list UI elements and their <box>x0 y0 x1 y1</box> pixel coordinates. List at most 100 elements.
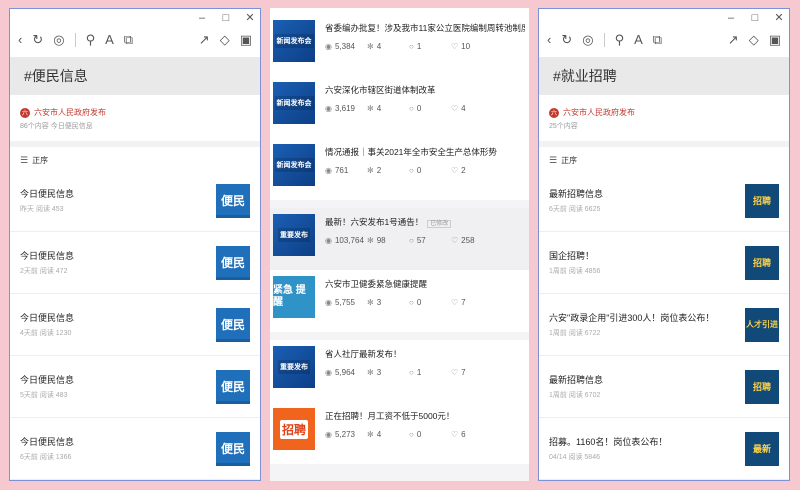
toolbar-divider <box>74 33 76 47</box>
feed-stats: ◉ 5,755 ✻ 3 ○ 0 ♡ 7 <box>325 298 466 307</box>
refresh-icon[interactable]: ↻ <box>32 33 43 47</box>
feed-title: 省委编办批复！涉及我市11家公立医院编制周转池制度 <box>325 23 525 33</box>
article-list: 最新招聘信息 6天前 阅读 6625 招聘 国企招聘！ 1周前 阅读 4856 招聘… <box>539 170 789 480</box>
list-item[interactable]: 今日便民信息 6天前 阅读 1366 便民 <box>10 418 260 480</box>
cube-icon[interactable]: ◇ <box>749 33 759 47</box>
item-meta: 1周前 阅读 6702 <box>549 392 601 399</box>
list-item[interactable]: 最新招聘信息 6天前 阅读 6625 招聘 <box>539 170 789 232</box>
list-item[interactable]: 国企招聘！ 1周前 阅读 4856 招聘 <box>539 232 789 294</box>
list-item[interactable]: 今日便民信息 2天前 阅读 472 便民 <box>10 232 260 294</box>
item-thumbnail: 便民 <box>216 245 250 280</box>
topic-meta: 86个内容 今日便民信息 <box>20 123 93 130</box>
comment-icon: ○ <box>409 166 414 175</box>
like-icon: ♡ <box>451 104 459 113</box>
feed-item[interactable]: 招聘 正在招聘！月工资不低于5000元！ ◉ 5,273 ✻ 4 ○ 0 ♡ 6 <box>270 402 529 464</box>
views-icon: ◉ <box>325 166 332 175</box>
like-icon: ♡ <box>451 368 459 377</box>
item-meta: 6天前 阅读 6625 <box>549 206 601 213</box>
item-thumbnail: 招聘 <box>745 245 779 280</box>
feed-group: 重要发布 最新！六安发布1号通告！ 已修改 ◉ 103,764 ✻ 98 ○ 57 ♡ 2… <box>270 208 529 332</box>
copy-icon[interactable]: ⧉ <box>124 33 133 47</box>
item-title: 最新招聘信息 <box>549 189 604 199</box>
publisher[interactable]: 六 六安市人民政府发布 <box>10 107 260 118</box>
feed-group: 新闻发布会 省委编办批复！涉及我市11家公立医院编制周转池制度 ◉ 5,384 ✻… <box>270 8 529 200</box>
share-icon[interactable]: ↗ <box>728 33 739 47</box>
list-item[interactable]: 今日便民信息 昨天 阅读 453 便民 <box>10 170 260 232</box>
views-icon: ◉ <box>325 236 332 245</box>
feed-item[interactable]: 新闻发布会 情况通报｜事关2021年全市安全生产总体形势 ◉ 761 ✻ 2 ○ 0 … <box>270 138 529 200</box>
share-icon[interactable]: ↗ <box>199 33 210 47</box>
item-thumbnail: 便民 <box>216 183 250 218</box>
list-item[interactable]: 今日便民信息 4天前 阅读 1230 便民 <box>10 294 260 356</box>
article-list: 今日便民信息 昨天 阅读 453 便民 今日便民信息 2天前 阅读 472 便民 今… <box>10 170 260 480</box>
item-meta: 2天前 阅读 472 <box>20 268 68 275</box>
sort-label: 正序 <box>32 156 49 165</box>
list-item[interactable]: 六安"政录企用"引进300人！岗位表公布！ 1周前 阅读 6722 人才引进 <box>539 294 789 356</box>
feed-thumbnail: 重要发布 <box>273 214 315 256</box>
item-thumbnail: 人才引进 <box>745 307 779 342</box>
feed-item[interactable]: 新闻发布会 省委编办批复！涉及我市11家公立医院编制周转池制度 ◉ 5,384 ✻… <box>270 14 529 76</box>
export-icon[interactable]: ▣ <box>769 33 781 47</box>
list-item[interactable]: 最新招聘信息 1周前 阅读 6702 招聘 <box>539 356 789 418</box>
link-icon[interactable]: ⚲ <box>615 33 625 47</box>
list-item[interactable]: 招募。1160名！岗位表公布！ 04/14 阅读 5846 最新 <box>539 418 789 480</box>
back-icon[interactable]: ‹ <box>18 33 22 47</box>
feed-thumbnail: 重要发布 <box>273 346 315 388</box>
refresh-icon[interactable]: ↻ <box>561 33 572 47</box>
font-size-icon[interactable]: A <box>634 33 643 47</box>
feed-thumbnail: 新闻发布会 <box>273 144 315 186</box>
item-meta: 5天前 阅读 483 <box>20 392 68 399</box>
sort-toggle[interactable]: ☰ 正序 <box>539 147 789 170</box>
feed-thumbnail: 新闻发布会 <box>273 82 315 124</box>
feed-title: 六安市卫健委紧急健康提醒 <box>325 279 428 289</box>
font-size-icon[interactable]: A <box>105 33 114 47</box>
like-icon: ♡ <box>451 430 459 439</box>
toolbar-divider <box>603 33 605 47</box>
like-icon: ♡ <box>451 236 459 245</box>
middle-feed: 新闻发布会 省委编办批复！涉及我市11家公立医院编制周转池制度 ◉ 5,384 ✻… <box>270 8 529 481</box>
feed-item[interactable]: 紧急 提醒 六安市卫健委紧急健康提醒 ◉ 5,755 ✻ 3 ○ 0 ♡ 7 <box>270 270 529 332</box>
feed-item[interactable]: 重要发布 最新！六安发布1号通告！ 已修改 ◉ 103,764 ✻ 98 ○ 57 ♡ 2… <box>270 208 529 270</box>
item-title: 今日便民信息 <box>20 313 75 323</box>
feed-stats: ◉ 3,619 ✻ 4 ○ 0 ♡ 4 <box>325 104 466 113</box>
comment-icon: ○ <box>409 104 414 113</box>
publisher[interactable]: 六 六安市人民政府发布 <box>539 107 789 118</box>
feed-stats: ◉ 761 ✻ 2 ○ 0 ♡ 2 <box>325 166 466 175</box>
list-item[interactable]: 今日便民信息 5天前 阅读 483 便民 <box>10 356 260 418</box>
item-meta: 昨天 阅读 453 <box>20 206 64 213</box>
sort-label: 正序 <box>561 156 578 165</box>
feed-thumbnail: 招聘 <box>273 408 315 450</box>
link-icon[interactable]: ⚲ <box>86 33 96 47</box>
topic-meta: 25个内容 <box>549 123 578 130</box>
views-icon: ◉ <box>325 104 332 113</box>
item-thumbnail: 最新 <box>745 431 779 466</box>
feed-item[interactable]: 新闻发布会 六安深化市辖区街道体制改革 ◉ 3,619 ✻ 4 ○ 0 ♡ 4 <box>270 76 529 138</box>
feed-title: 最新！六安发布1号通告！ 已修改 <box>325 216 493 228</box>
share-icon: ✻ <box>367 368 374 377</box>
feed-item[interactable]: 重要发布 省人社厅最新发布！ ◉ 5,964 ✻ 3 ○ 1 ♡ 7 <box>270 340 529 402</box>
share-icon: ✻ <box>367 104 374 113</box>
feed-stats: ◉ 5,384 ✻ 4 ○ 1 ♡ 10 <box>325 42 471 51</box>
comment-icon: ○ <box>409 368 414 377</box>
item-title: 招募。1160名！岗位表公布！ <box>549 437 668 447</box>
like-icon: ♡ <box>451 298 459 307</box>
views-icon: ◉ <box>325 42 332 51</box>
item-thumbnail: 便民 <box>216 431 250 466</box>
toolbar: ‹ ↻ ◎ ⚲ A ⧉ ↗ ◇ ▣ <box>539 23 789 57</box>
item-title: 今日便民信息 <box>20 251 75 261</box>
globe-icon[interactable]: ◎ <box>53 33 64 47</box>
sort-toggle[interactable]: ☰ 正序 <box>10 147 260 170</box>
feed-thumbnail: 新闻发布会 <box>273 20 315 62</box>
item-meta: 1周前 阅读 6722 <box>549 330 601 337</box>
views-icon: ◉ <box>325 298 332 307</box>
share-icon: ✻ <box>367 42 374 51</box>
feed-thumbnail: 紧急 提醒 <box>273 276 315 318</box>
export-icon[interactable]: ▣ <box>240 33 252 47</box>
share-icon: ✻ <box>367 166 374 175</box>
globe-icon[interactable]: ◎ <box>582 33 593 47</box>
views-icon: ◉ <box>325 430 332 439</box>
cube-icon[interactable]: ◇ <box>220 33 230 47</box>
back-icon[interactable]: ‹ <box>547 33 551 47</box>
copy-icon[interactable]: ⧉ <box>653 33 662 47</box>
left-window: – □ ✕ ‹ ↻ ◎ ⚲ A ⧉ ↗ ◇ ▣ #便民信息 六 六安市人民政府发… <box>9 8 261 481</box>
